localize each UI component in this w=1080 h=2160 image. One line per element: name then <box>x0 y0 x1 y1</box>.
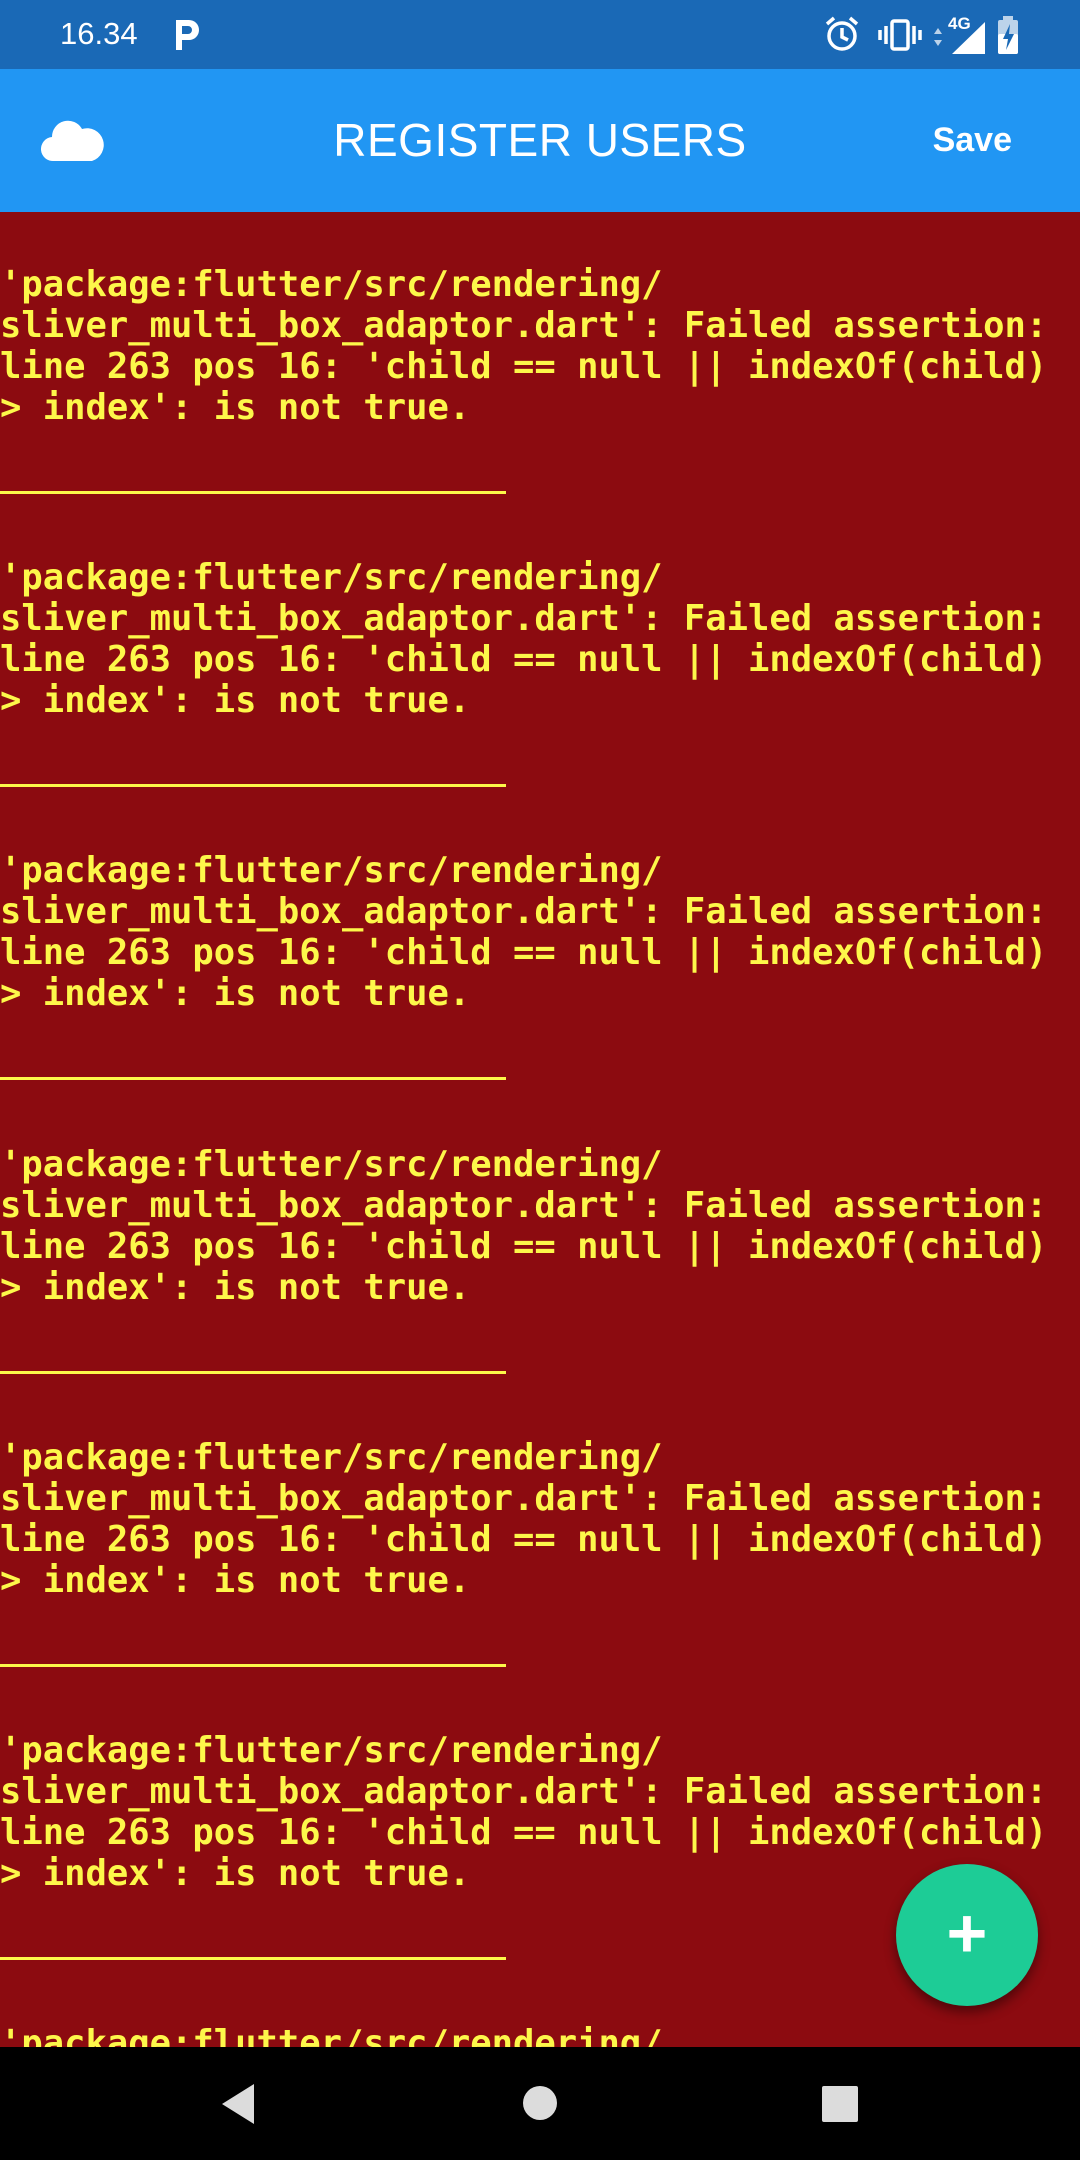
error-line: sliver_multi_box_adaptor.dart': Failed a… <box>0 891 1048 932</box>
error-line: 'package:flutter/src/rendering/ <box>0 850 663 891</box>
error-divider <box>0 1077 506 1080</box>
error-message: 'package:flutter/src/rendering/sliver_mu… <box>0 557 1080 721</box>
error-line: sliver_multi_box_adaptor.dart': Failed a… <box>0 598 1048 639</box>
battery-charging-icon <box>998 16 1018 54</box>
error-line: sliver_multi_box_adaptor.dart': Failed a… <box>0 305 1048 346</box>
alarm-icon <box>825 16 859 51</box>
error-message: 'package:flutter/src/rendering/sliver_mu… <box>0 1144 1080 1308</box>
error-line: > index': is not true. <box>0 387 471 428</box>
error-line: sliver_multi_box_adaptor.dart': Failed a… <box>0 1771 1048 1812</box>
plus-icon: + <box>946 1894 988 1972</box>
vibrate-icon <box>878 19 922 51</box>
page-title: REGISTER USERS <box>333 114 747 166</box>
status-bar: 16.34 4G <box>0 0 1080 69</box>
app-bar: REGISTER USERS Save <box>0 69 1080 212</box>
error-line: 'package:flutter/src/rendering/ <box>0 557 663 598</box>
navigation-bar <box>0 2047 1080 2160</box>
cell-signal-icon <box>934 22 985 54</box>
parking-icon <box>176 20 199 50</box>
error-line: > index': is not true. <box>0 1560 471 1601</box>
error-line: line 263 pos 16: 'child == null || index… <box>0 1226 1048 1267</box>
error-message: 'package:flutter/src/rendering/ <box>0 2023 1080 2047</box>
back-icon[interactable] <box>218 2081 258 2127</box>
error-line: line 263 pos 16: 'child == null || index… <box>0 1519 1048 1560</box>
error-line: 'package:flutter/src/rendering/ <box>0 2023 663 2047</box>
error-line: 'package:flutter/src/rendering/ <box>0 1437 663 1478</box>
error-divider <box>0 784 506 787</box>
home-icon[interactable] <box>522 2085 558 2121</box>
recents-icon[interactable] <box>822 2086 858 2122</box>
error-line: > index': is not true. <box>0 973 471 1014</box>
error-line: > index': is not true. <box>0 680 471 721</box>
error-divider <box>0 1957 506 1960</box>
add-user-button[interactable]: + <box>896 1864 1038 2006</box>
error-list[interactable]: 'package:flutter/src/rendering/sliver_mu… <box>0 212 1080 2047</box>
error-line: line 263 pos 16: 'child == null || index… <box>0 1812 1048 1853</box>
error-line: sliver_multi_box_adaptor.dart': Failed a… <box>0 1185 1048 1226</box>
error-line: sliver_multi_box_adaptor.dart': Failed a… <box>0 1478 1048 1519</box>
error-line: line 263 pos 16: 'child == null || index… <box>0 932 1048 973</box>
error-divider <box>0 1371 506 1374</box>
error-line: > index': is not true. <box>0 1267 471 1308</box>
error-line: 'package:flutter/src/rendering/ <box>0 264 663 305</box>
error-line: line 263 pos 16: 'child == null || index… <box>0 639 1048 680</box>
error-divider <box>0 491 506 494</box>
error-line: 'package:flutter/src/rendering/ <box>0 1730 663 1771</box>
status-time: 16.34 <box>60 16 138 51</box>
error-message: 'package:flutter/src/rendering/sliver_mu… <box>0 1437 1080 1601</box>
error-line: 'package:flutter/src/rendering/ <box>0 1144 663 1185</box>
error-line: line 263 pos 16: 'child == null || index… <box>0 346 1048 387</box>
error-divider <box>0 1664 506 1667</box>
save-button[interactable]: Save <box>933 69 1012 212</box>
error-message: 'package:flutter/src/rendering/sliver_mu… <box>0 850 1080 1014</box>
error-message: 'package:flutter/src/rendering/sliver_mu… <box>0 264 1080 428</box>
